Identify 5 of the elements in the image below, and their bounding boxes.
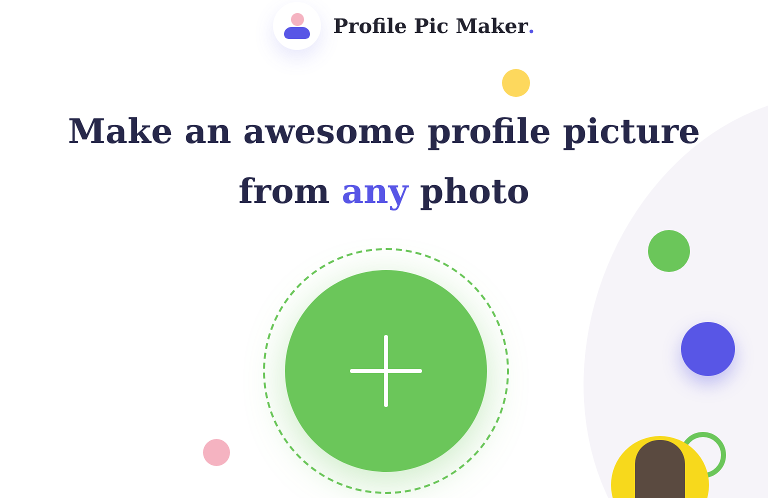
brand-name: Profile Pic Maker: [333, 13, 528, 40]
headline: from any photo: [238, 171, 530, 214]
plus-icon: [350, 335, 422, 407]
headline: Make an awesome profile picture: [68, 111, 700, 154]
brand-mark: .: [528, 13, 535, 40]
